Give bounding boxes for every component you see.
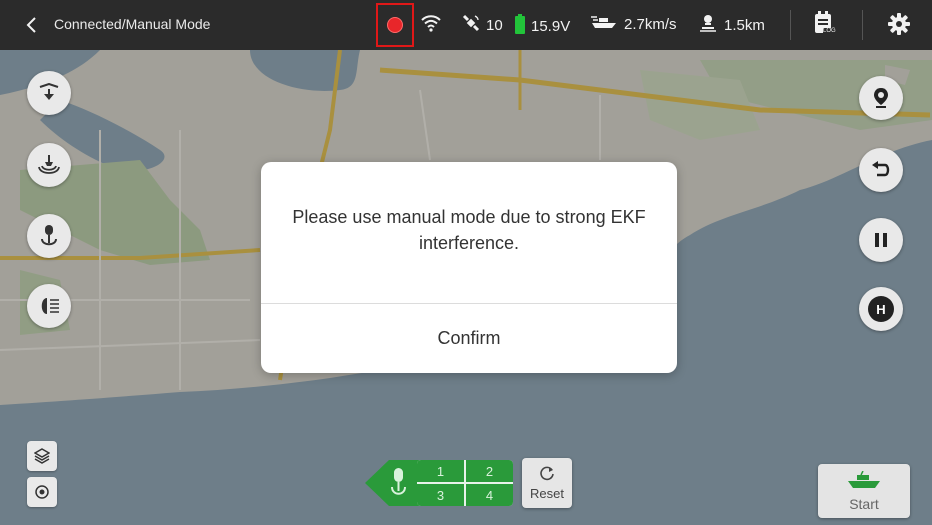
satellite-count: 10	[486, 16, 503, 34]
bait-slot-1[interactable]: 1	[417, 460, 464, 482]
bait-slot-2[interactable]: 2	[466, 460, 513, 482]
divider	[862, 10, 863, 40]
sonar-icon[interactable]	[27, 143, 71, 187]
return-icon[interactable]	[859, 148, 903, 192]
bait-slot-4[interactable]: 4	[466, 484, 513, 506]
log-calendar-icon[interactable]: LOG	[812, 11, 836, 37]
wifi-icon	[421, 14, 441, 32]
bait-slot-grid: 1 2 3 4	[417, 460, 513, 506]
reset-label: Reset	[530, 486, 564, 501]
distance-status: 1.5km	[698, 14, 765, 36]
location-pin-icon[interactable]	[859, 76, 903, 120]
pause-icon[interactable]	[859, 218, 903, 262]
record-highlight[interactable]	[376, 3, 414, 47]
battery-status: 15.9V	[515, 14, 570, 38]
satellite-icon	[462, 14, 480, 36]
chevron-left-icon[interactable]	[20, 13, 44, 37]
locate-icon[interactable]	[27, 477, 57, 507]
layers-icon[interactable]	[27, 441, 57, 471]
bait-release-icon[interactable]	[27, 214, 71, 258]
drop-down-icon[interactable]	[27, 71, 71, 115]
gear-icon[interactable]	[888, 13, 910, 35]
log-label: LOG	[823, 28, 836, 34]
distance-value: 1.5km	[724, 16, 765, 34]
boat-speed: 2.7km/s	[624, 15, 677, 33]
start-label: Start	[849, 495, 879, 512]
record-icon[interactable]	[387, 17, 403, 33]
confirm-button[interactable]: Confirm	[261, 304, 677, 373]
battery-voltage: 15.9V	[531, 17, 571, 35]
divider	[790, 10, 791, 40]
battery-icon	[515, 14, 525, 38]
speed-status: 2.7km/s	[590, 14, 677, 34]
reset-button[interactable]: Reset	[522, 458, 572, 508]
bait-slot-3[interactable]: 3	[417, 484, 464, 506]
boat-speed-icon	[590, 14, 618, 34]
boat-icon	[847, 470, 881, 492]
start-button[interactable]: Start	[818, 464, 910, 518]
connection-mode-title: Connected/Manual Mode	[54, 16, 211, 32]
home-label: H	[868, 296, 894, 322]
refresh-icon	[539, 465, 555, 484]
bait-drop-all-icon[interactable]	[365, 458, 419, 508]
headlight-icon[interactable]	[27, 284, 71, 328]
top-bar: Connected/Manual Mode 10 15.9V 2.7km/s 1…	[0, 0, 932, 50]
dialog-message: Please use manual mode due to strong EKF…	[292, 207, 646, 253]
alert-dialog: Please use manual mode due to strong EKF…	[261, 162, 677, 373]
home-icon[interactable]: H	[859, 287, 903, 331]
satellite-status: 10	[462, 14, 503, 36]
person-distance-icon	[698, 14, 718, 36]
